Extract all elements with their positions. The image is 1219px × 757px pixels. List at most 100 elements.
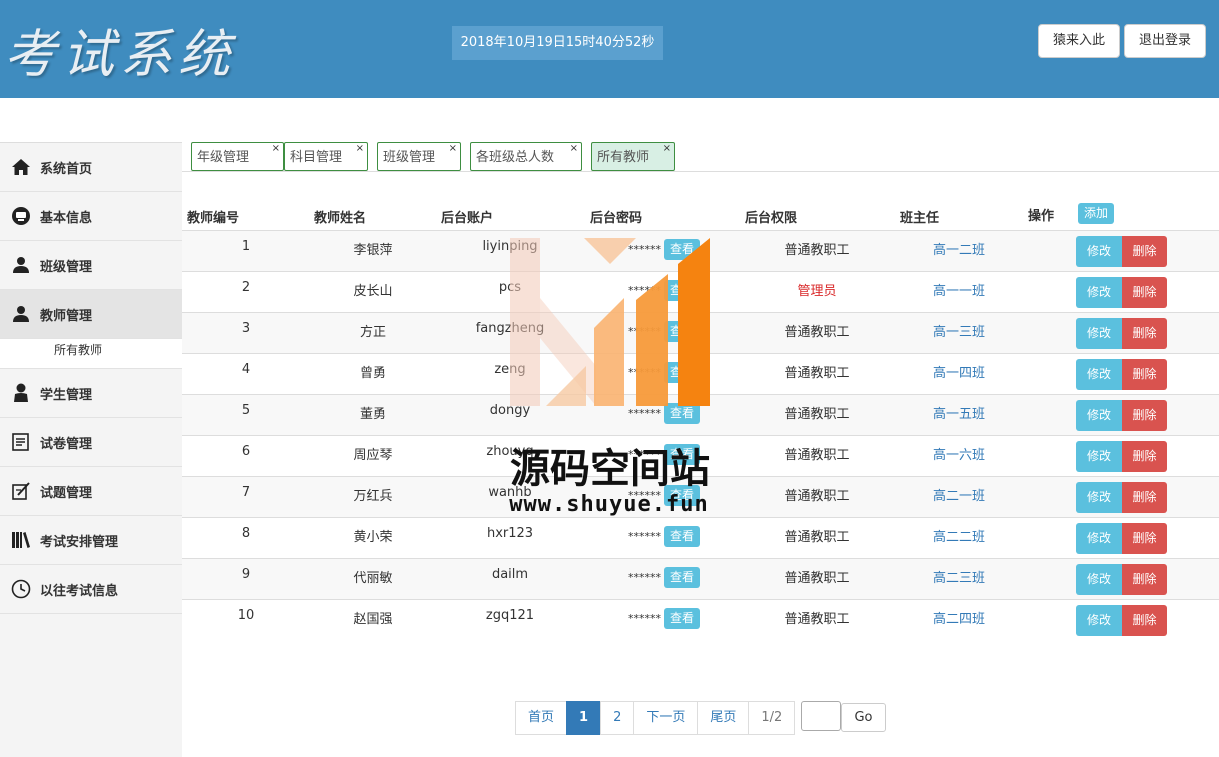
class-link[interactable]: 高一一班 [906, 280, 1012, 299]
class-link[interactable]: 高二四班 [906, 608, 1012, 627]
tab-all-teachers[interactable]: 所有教师 × [591, 142, 675, 171]
sidebar-item-home[interactable]: 系统首页 [0, 143, 182, 192]
add-teacher-button[interactable]: 添加 [1078, 203, 1114, 224]
teacher-role: 普通教职工 [784, 530, 850, 545]
close-icon[interactable]: × [570, 134, 578, 163]
page-2-button[interactable]: 2 [600, 701, 635, 735]
view-password-button[interactable]: 查看 [664, 321, 700, 342]
delete-button[interactable]: 删除 [1122, 359, 1167, 390]
table-header: 教师编号 教师姓名 后台账户 后台密码 后台权限 班主任 操作 添加 [182, 200, 1219, 231]
tab-subject[interactable]: 科目管理 × [284, 142, 368, 171]
sidebar-subitem-all-teachers[interactable]: 所有教师 [0, 339, 182, 369]
view-password-button[interactable]: 查看 [664, 567, 700, 588]
go-button[interactable]: Go [841, 703, 886, 732]
class-link[interactable]: 高二二班 [906, 526, 1012, 545]
logout-button[interactable]: 退出登录 [1124, 24, 1206, 58]
sidebar-item-question[interactable]: 试题管理 [0, 467, 182, 516]
edit-icon [10, 480, 32, 502]
close-icon[interactable]: × [663, 134, 671, 163]
sidebar-item-exam-schedule[interactable]: 考试安排管理 [0, 516, 182, 565]
edit-button[interactable]: 修改 [1076, 359, 1122, 390]
close-icon[interactable]: × [356, 134, 364, 163]
sidebar-item-past-exams[interactable]: 以往考试信息 [0, 565, 182, 614]
class-link[interactable]: 高一四班 [906, 362, 1012, 381]
edit-button[interactable]: 修改 [1076, 400, 1122, 431]
tab-class-count[interactable]: 各班级总人数 × [470, 142, 582, 171]
class-link[interactable]: 高一三班 [906, 321, 1012, 340]
class-link[interactable]: 高二一班 [906, 485, 1012, 504]
page-1-button[interactable]: 1 [566, 701, 602, 735]
first-page-button[interactable]: 首页 [515, 701, 568, 735]
delete-button[interactable]: 删除 [1122, 400, 1167, 431]
delete-button[interactable]: 删除 [1122, 564, 1167, 595]
teacher-name: 方正 [359, 325, 386, 340]
teacher-name: 董勇 [359, 407, 386, 422]
pagination: 首页 1 2 下一页 尾页 1/2 [515, 701, 796, 735]
teacher-password: ****** 查看 [628, 567, 700, 588]
sidebar-item-teacher[interactable]: 教师管理 [0, 290, 182, 339]
delete-button[interactable]: 删除 [1122, 482, 1167, 513]
close-icon[interactable]: × [272, 134, 280, 163]
teacher-account: hxr123 [486, 526, 534, 541]
edit-button[interactable]: 修改 [1076, 523, 1122, 554]
next-page-button[interactable]: 下一页 [633, 701, 699, 735]
teacher-name: 赵国强 [353, 612, 393, 627]
tab-label: 所有教师 [597, 150, 650, 165]
delete-button[interactable]: 删除 [1122, 277, 1167, 308]
tab-class[interactable]: 班级管理 × [377, 142, 461, 171]
last-page-button[interactable]: 尾页 [697, 701, 750, 735]
sidebar-item-student[interactable]: 学生管理 [0, 369, 182, 418]
sidebar: 系统首页 基本信息 班级管理 教师管理 所有教师 学生管理 试卷管理 试题管理 … [0, 142, 182, 757]
teacher-account: zeng [494, 362, 526, 377]
user-icon [10, 382, 32, 404]
sidebar-item-label: 教师管理 [40, 308, 93, 324]
teacher-account: liyinping [482, 239, 538, 254]
datetime-display: 2018年10月19日15时40分52秒 [452, 26, 663, 60]
edit-button[interactable]: 修改 [1076, 277, 1122, 308]
books-icon [10, 529, 32, 551]
edit-button[interactable]: 修改 [1076, 605, 1122, 636]
delete-button[interactable]: 删除 [1122, 318, 1167, 349]
page-number-input[interactable] [801, 701, 841, 731]
sidebar-item-basic-info[interactable]: 基本信息 [0, 192, 182, 241]
delete-button[interactable]: 删除 [1122, 605, 1167, 636]
table-row: 4 曾勇 zeng ****** 查看 普通教职工 高一四班 修改 删除 [182, 354, 1219, 395]
view-password-button[interactable]: 查看 [664, 239, 700, 260]
teacher-role: 普通教职工 [784, 407, 850, 422]
edit-button[interactable]: 修改 [1076, 236, 1122, 267]
sidebar-item-paper[interactable]: 试卷管理 [0, 418, 182, 467]
view-password-button[interactable]: 查看 [664, 403, 700, 424]
view-password-button[interactable]: 查看 [664, 362, 700, 383]
view-password-button[interactable]: 查看 [664, 280, 700, 301]
table-row: 3 方正 fangzheng ****** 查看 普通教职工 高一三班 修改 删除 [182, 313, 1219, 354]
edit-button[interactable]: 修改 [1076, 564, 1122, 595]
close-icon[interactable]: × [449, 134, 457, 163]
class-link[interactable]: 高一二班 [906, 239, 1012, 258]
delete-button[interactable]: 删除 [1122, 236, 1167, 267]
header: 考试系统 2018年10月19日15时40分52秒 猿来入此 退出登录 [0, 0, 1219, 98]
teacher-account: zgq121 [485, 608, 535, 623]
tab-bar: 年级管理 × 科目管理 × 班级管理 × 各班级总人数 × 所有教师 × [182, 142, 1219, 172]
view-password-button[interactable]: 查看 [664, 526, 700, 547]
delete-button[interactable]: 删除 [1122, 441, 1167, 472]
class-link[interactable]: 高一五班 [906, 403, 1012, 422]
edit-button[interactable]: 修改 [1076, 482, 1122, 513]
table-row: 9 代丽敏 dailm ****** 查看 普通教职工 高二三班 修改 删除 [182, 559, 1219, 600]
edit-button[interactable]: 修改 [1076, 441, 1122, 472]
class-link[interactable]: 高一六班 [906, 444, 1012, 463]
table-row: 2 皮长山 pcs ****** 查看 管理员 高一一班 修改 删除 [182, 272, 1219, 313]
sidebar-item-class[interactable]: 班级管理 [0, 241, 182, 290]
delete-button[interactable]: 删除 [1122, 523, 1167, 554]
enter-button[interactable]: 猿来入此 [1038, 24, 1120, 58]
edit-button[interactable]: 修改 [1076, 318, 1122, 349]
view-password-button[interactable]: 查看 [664, 608, 700, 629]
tab-grade[interactable]: 年级管理 × [191, 142, 284, 171]
teacher-password: ****** 查看 [628, 321, 700, 342]
user-icon [10, 254, 32, 276]
class-link[interactable]: 高二三班 [906, 567, 1012, 586]
column-header: 教师编号 [187, 211, 240, 226]
password-mask: ****** [628, 366, 661, 379]
sidebar-item-label: 试题管理 [40, 485, 93, 501]
teacher-password: ****** 查看 [628, 526, 700, 547]
teacher-account: fangzheng [475, 321, 545, 336]
